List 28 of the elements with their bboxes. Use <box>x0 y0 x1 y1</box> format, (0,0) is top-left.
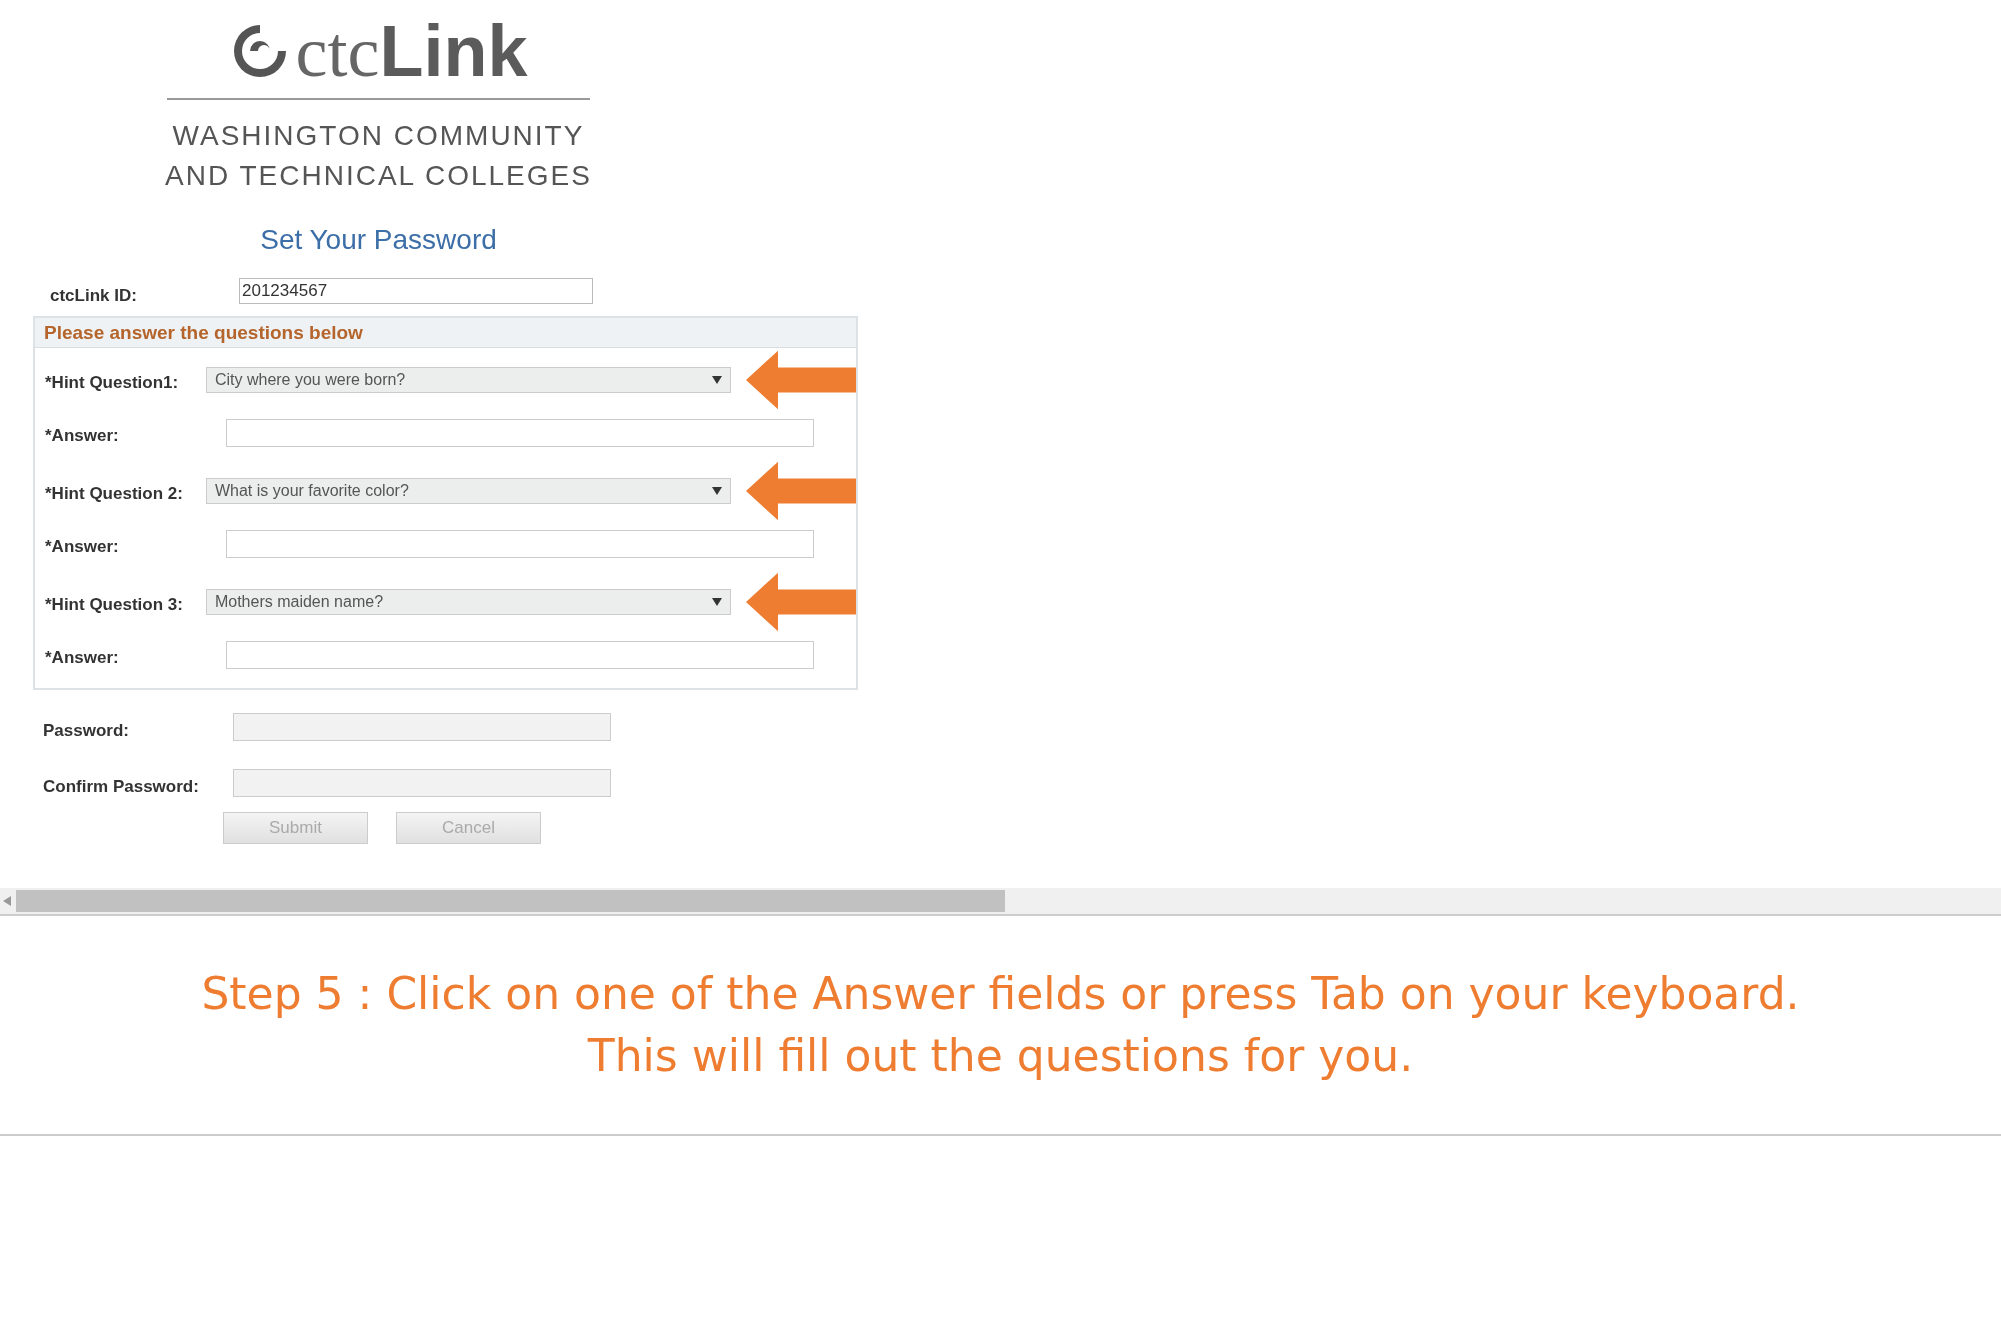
field-label: *Answer: <box>44 424 120 446</box>
logo-wordmark: ctcLink <box>295 14 528 88</box>
logo-subtitle: AND TECHNICAL COLLEGES <box>165 159 592 193</box>
logo-subtitle: WASHINGTON COMMUNITY <box>172 119 585 153</box>
scroll-left-icon[interactable] <box>3 896 11 906</box>
answer-field[interactable] <box>226 529 814 558</box>
field-label: Password: <box>42 720 130 741</box>
dropdown-caret-icon <box>711 375 722 384</box>
answer-field[interactable] <box>226 418 814 447</box>
id-field[interactable]: 201234567 <box>239 278 593 304</box>
instruction-text: This will fill out the questions for you. <box>587 1032 1414 1081</box>
dropdown-caret-icon <box>711 486 722 495</box>
question-dropdown[interactable]: What is your favorite color? <box>205 477 731 504</box>
panel-header: Please answer the questions below <box>35 318 856 348</box>
page-title: Set Your Password <box>259 224 498 256</box>
question-dropdown[interactable]: City where you were born? <box>205 366 731 393</box>
field-label: *Answer: <box>44 535 120 557</box>
answer-field[interactable] <box>226 640 814 669</box>
dropdown-caret-icon <box>711 597 722 606</box>
field-label: ctcLink ID: <box>49 285 138 306</box>
instruction-text: Step 5 : Click on one of the Answer fields or press Tab on your keyboard. <box>201 969 1800 1018</box>
field-label: *Hint Question 2: <box>44 482 184 504</box>
question-dropdown[interactable]: Mothers maiden name? <box>205 588 731 615</box>
field-label: *Hint Question 3: <box>44 593 184 615</box>
field-label: Confirm Password: <box>42 776 200 797</box>
horizontal-scrollbar[interactable] <box>0 888 2001 916</box>
field-label: *Answer: <box>44 646 120 668</box>
field-label: *Hint Question1: <box>44 371 180 393</box>
